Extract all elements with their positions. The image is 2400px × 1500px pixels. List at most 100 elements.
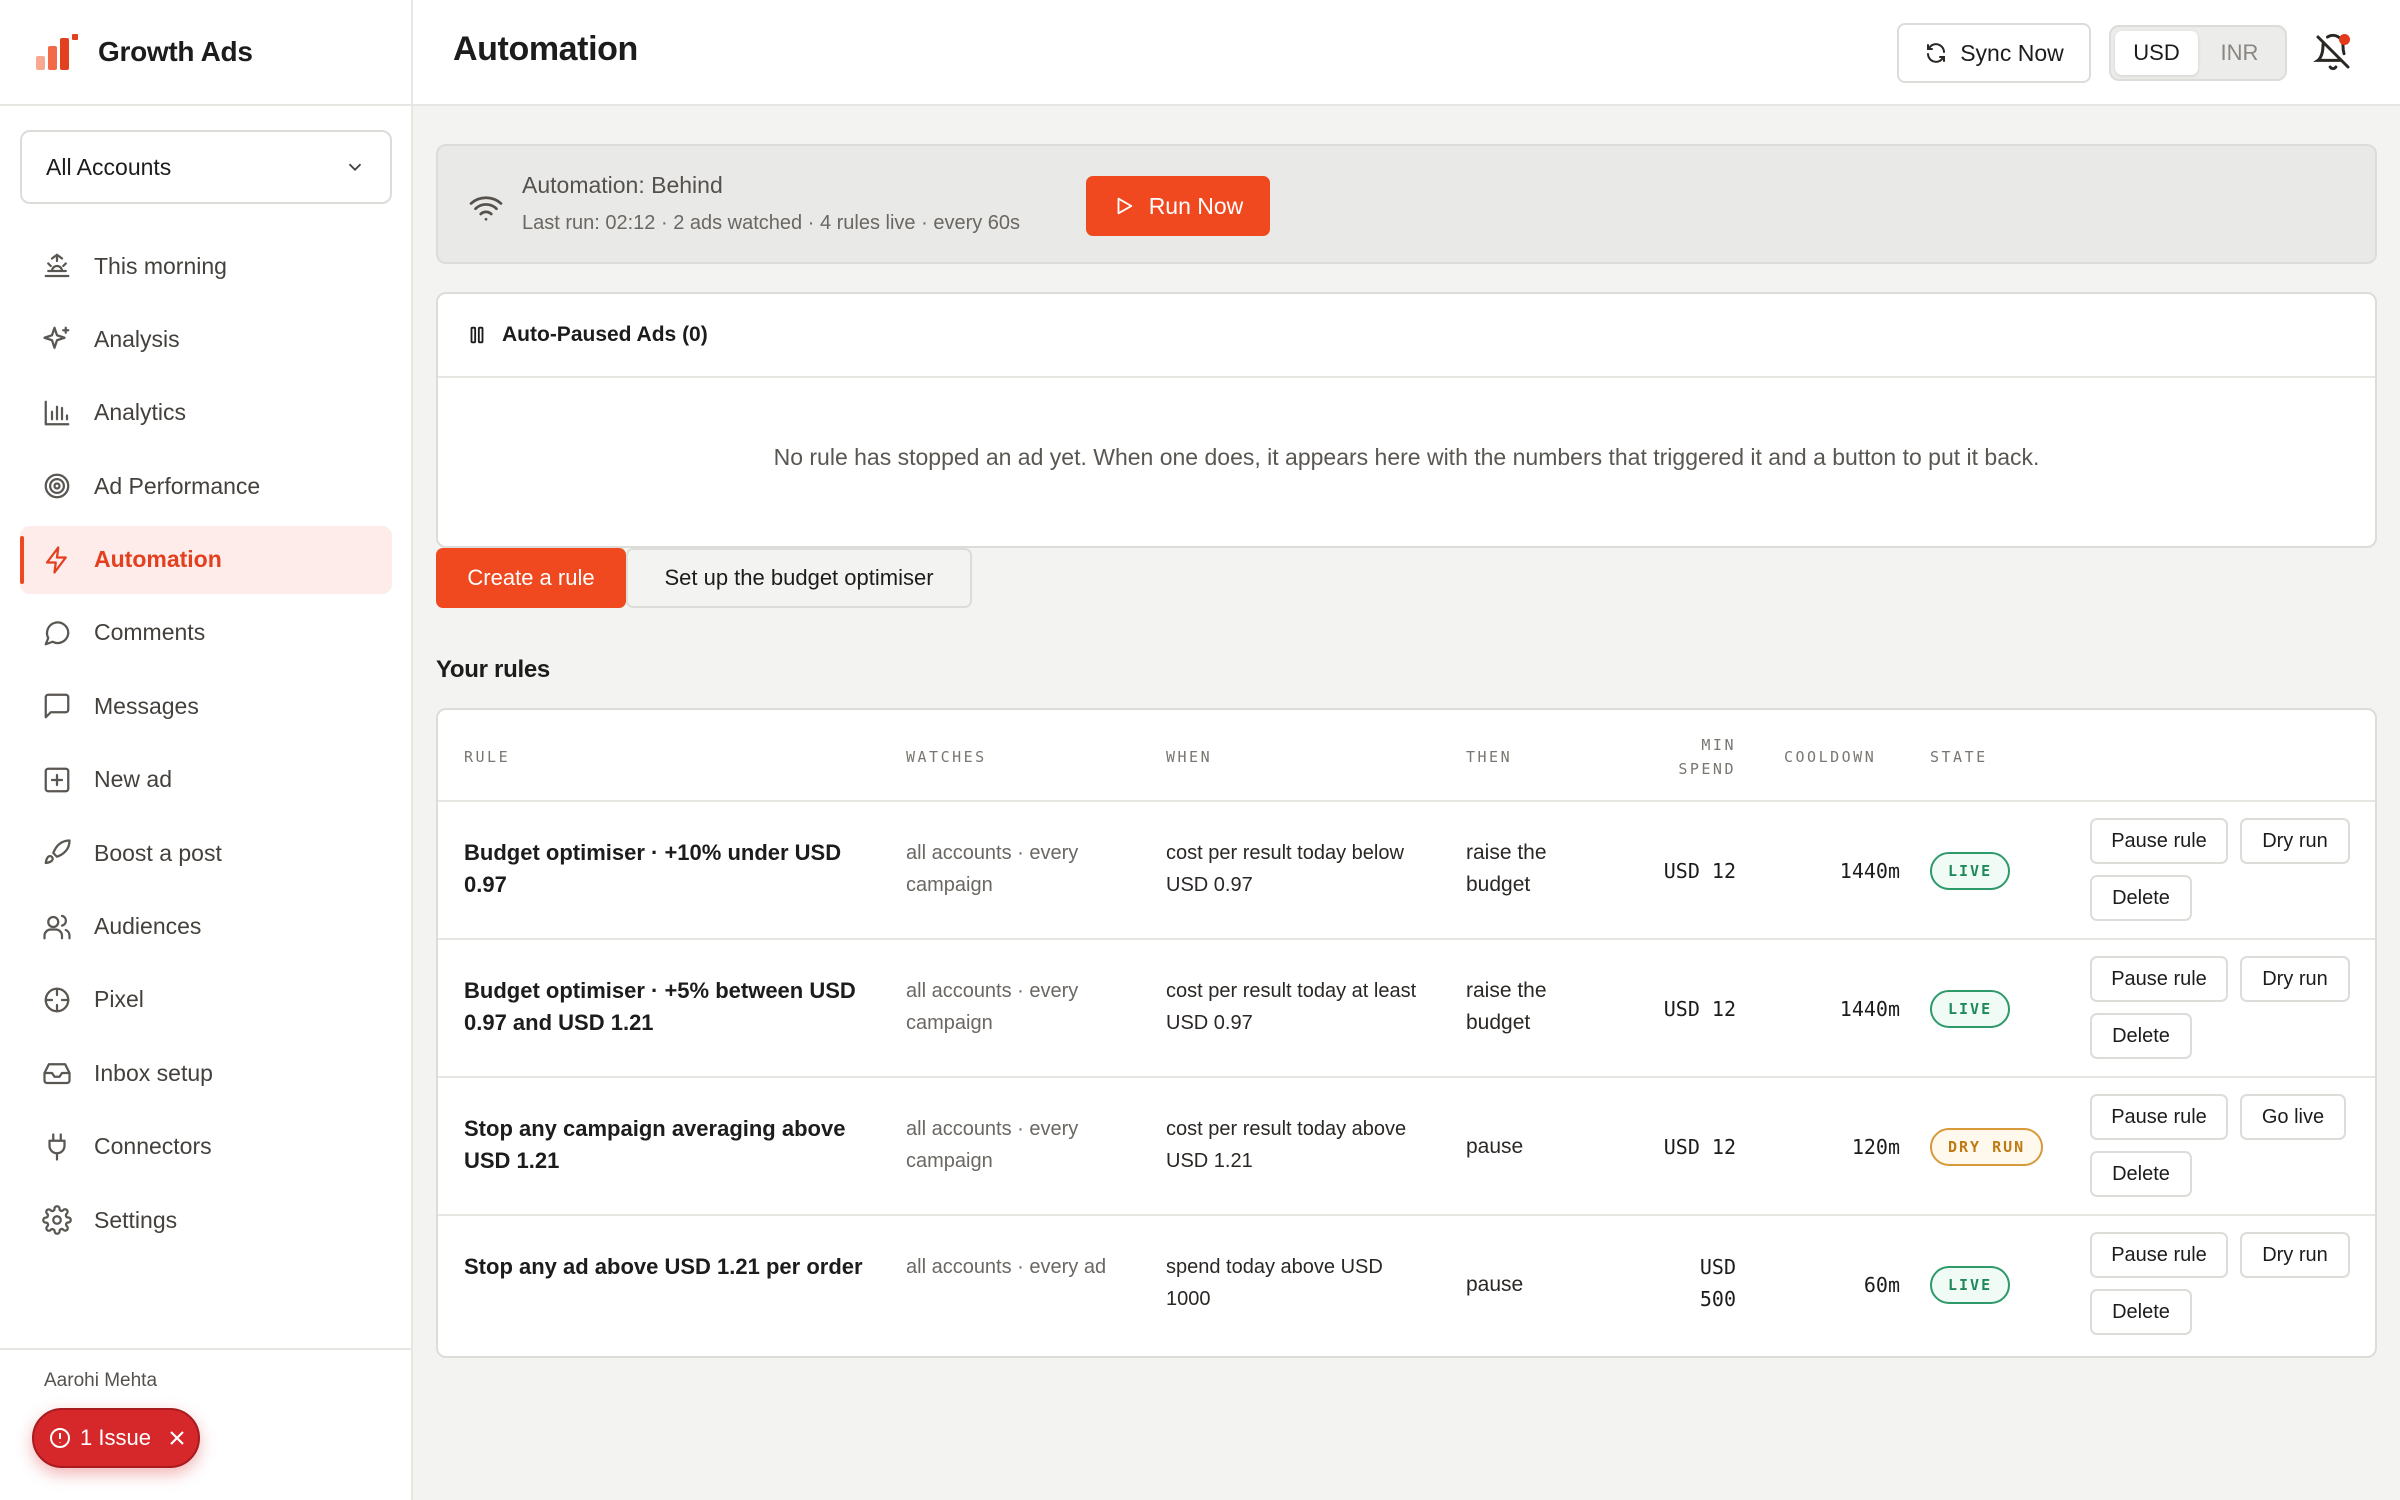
rule-then: pause (1466, 1135, 1524, 1158)
rule-min-spend: USD 500 (1699, 1255, 1736, 1311)
rules-table-header: RULE WATCHES WHEN THEN MIN SPEND COOLDOW… (438, 710, 2375, 802)
rule-when: spend today above USD 1000 (1166, 1256, 1383, 1310)
sidebar-item-automation[interactable]: Automation (20, 525, 392, 594)
page-title: Automation (453, 30, 638, 68)
sparkles-icon (43, 327, 70, 350)
sync-now-label: Sync Now (1960, 39, 2064, 66)
notification-dot (2339, 34, 2350, 45)
rule-watches: all accounts · every campaign (906, 1118, 1079, 1172)
rules-table: RULE WATCHES WHEN THEN MIN SPEND COOLDOW… (436, 708, 2377, 1358)
dry-run-button[interactable]: Dry run (2240, 818, 2350, 864)
top-bar: Automation Sync Now USD INR (413, 0, 2400, 106)
rule-name: Budget optimiser · +10% under USD 0.97 (464, 840, 842, 897)
sidebar-footer: Aarohi Mehta 1 Issue (0, 1348, 411, 1500)
table-row: Budget optimiser · +5% between USD 0.97 … (438, 940, 2375, 1078)
rule-then: pause (1466, 1273, 1524, 1296)
currency-inr[interactable]: INR (2198, 31, 2281, 75)
sidebar-item-label: Connectors (94, 1133, 212, 1160)
auto-paused-ads-card: Auto-Paused Ads (0) No rule has stopped … (436, 292, 2377, 548)
column-rule: RULE (464, 748, 511, 766)
sync-now-button[interactable]: Sync Now (1897, 23, 2091, 83)
rules-section-title: Your rules (436, 656, 550, 683)
table-row: Budget optimiser · +10% under USD 0.97 a… (438, 802, 2375, 940)
rule-cooldown: 1440m (1839, 997, 1900, 1021)
rule-when: cost per result today at least USD 0.97 (1166, 980, 1417, 1034)
sidebar-item-label: Messages (94, 692, 199, 719)
sidebar-item-connectors[interactable]: Connectors (20, 1113, 392, 1181)
sidebar-item-boost-a-post[interactable]: Boost a post (20, 819, 392, 887)
sunrise-icon (44, 253, 70, 278)
bar-chart-icon (44, 400, 70, 426)
brand-name: Growth Ads (98, 36, 253, 67)
users-icon (43, 914, 71, 939)
auto-paused-ads-header: Auto-Paused Ads (0) (438, 294, 2375, 378)
rule-when: cost per result today above USD 1.21 (1166, 1118, 1407, 1172)
sidebar-item-settings[interactable]: Settings (20, 1186, 392, 1254)
sidebar-item-label: Analytics (94, 399, 187, 426)
column-when: WHEN (1166, 748, 1213, 766)
delete-rule-button[interactable]: Delete (2090, 1289, 2192, 1335)
budget-optimiser-button[interactable]: Set up the budget optimiser (626, 548, 972, 608)
rule-min-spend: USD 12 (1663, 997, 1736, 1021)
sidebar-item-label: New ad (94, 766, 172, 793)
delete-rule-button[interactable]: Delete (2090, 1151, 2192, 1197)
create-rule-button[interactable]: Create a rule (436, 548, 626, 608)
pause-rule-button[interactable]: Pause rule (2090, 1094, 2228, 1140)
sidebar: Growth Ads All Accounts This morning Ana… (0, 0, 413, 1500)
sidebar-item-comments[interactable]: Comments (20, 599, 392, 667)
account-select-value: All Accounts (46, 153, 172, 180)
pause-rule-button[interactable]: Pause rule (2090, 818, 2228, 864)
sidebar-item-pixel[interactable]: Pixel (20, 966, 392, 1034)
status-badge: LIVE (1930, 1266, 2011, 1304)
sidebar-item-label: This morning (94, 252, 227, 279)
issue-label: 1 Issue (80, 1425, 151, 1450)
pause-rule-button[interactable]: Pause rule (2090, 956, 2228, 1002)
column-min-spend-line2: SPEND (1678, 760, 1736, 778)
dry-run-button[interactable]: Dry run (2240, 1232, 2350, 1278)
status-badge: LIVE (1930, 990, 2011, 1028)
plug-icon (48, 1133, 66, 1161)
sidebar-item-this-morning[interactable]: This morning (20, 232, 392, 300)
run-now-label: Run Now (1148, 192, 1244, 219)
wifi-icon (469, 196, 503, 221)
rule-watches: all accounts · every campaign (906, 980, 1079, 1034)
delete-rule-button[interactable]: Delete (2090, 1013, 2192, 1059)
rule-cooldown: 120m (1851, 1135, 1900, 1159)
sidebar-item-analysis[interactable]: Analysis (20, 305, 392, 373)
delete-rule-button[interactable]: Delete (2090, 875, 2192, 921)
sidebar-item-analytics[interactable]: Analytics (20, 379, 392, 447)
currency-usd[interactable]: USD (2115, 31, 2198, 75)
go-live-button[interactable]: Go live (2240, 1094, 2346, 1140)
sidebar-item-label: Automation (94, 546, 222, 573)
automation-status-banner: Automation: Behind Last run: 02:12 · 2 a… (436, 144, 2377, 264)
rule-watches: all accounts · every campaign (906, 842, 1079, 896)
automation-status-title: Automation: Behind (522, 172, 723, 198)
issue-badge[interactable]: 1 Issue (32, 1408, 200, 1468)
sidebar-item-audiences[interactable]: Audiences (20, 893, 392, 961)
bolt-icon (45, 545, 67, 574)
pause-icon (470, 326, 484, 344)
rule-cooldown: 1440m (1839, 859, 1900, 883)
inbox-icon (43, 1063, 71, 1085)
sidebar-item-label: Audiences (94, 913, 202, 940)
status-badge: LIVE (1930, 852, 2011, 890)
account-select[interactable]: All Accounts (20, 130, 392, 204)
bar-chart-logo-icon (36, 34, 78, 70)
rocket-icon (44, 839, 71, 865)
rule-then: raise the budget (1466, 841, 1547, 896)
sidebar-item-messages[interactable]: Messages (20, 672, 392, 740)
pause-rule-button[interactable]: Pause rule (2090, 1232, 2228, 1278)
dry-run-button[interactable]: Dry run (2240, 956, 2350, 1002)
rule-name: Budget optimiser · +5% between USD 0.97 … (464, 978, 856, 1035)
sidebar-item-inbox-setup[interactable]: Inbox setup (20, 1039, 392, 1107)
alert-circle-icon (50, 1428, 70, 1448)
chat-bubble-icon (44, 621, 70, 646)
close-icon[interactable] (165, 1426, 189, 1450)
sidebar-item-ad-performance[interactable]: Ad Performance (20, 452, 392, 520)
target-icon (44, 473, 70, 499)
plus-square-icon (44, 767, 70, 793)
user-name: Aarohi Mehta (44, 1370, 158, 1391)
run-now-button[interactable]: Run Now (1086, 176, 1270, 236)
auto-paused-ads-title: Auto-Paused Ads (0) (502, 323, 708, 346)
sidebar-item-new-ad[interactable]: New ad (20, 746, 392, 814)
